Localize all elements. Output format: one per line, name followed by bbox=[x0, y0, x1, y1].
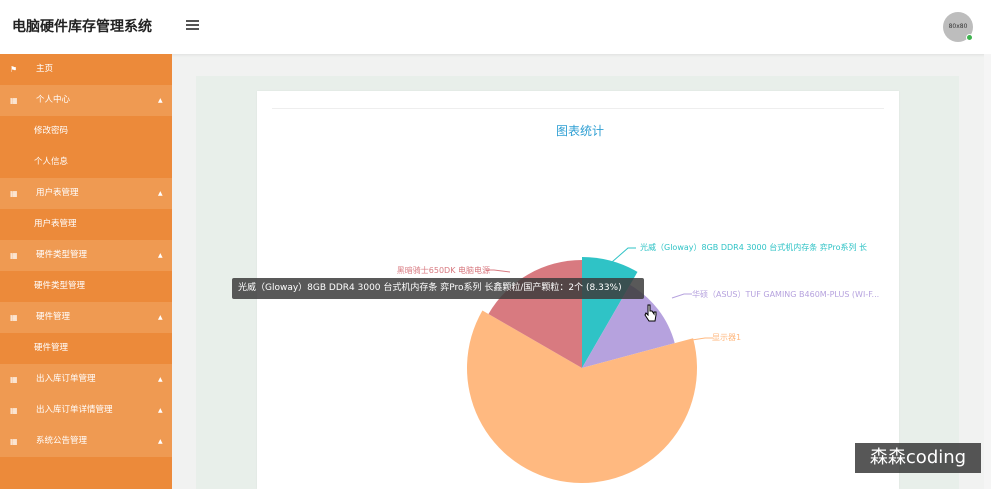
pie-label-line-1 bbox=[671, 293, 692, 299]
pie-label-1: 华硕（ASUS）TUF GAMING B460M-PLUS (WI-F... bbox=[692, 289, 879, 299]
watermark: 森森coding bbox=[855, 443, 981, 473]
pie-label-2: 显示器1 bbox=[712, 333, 741, 342]
pie-label-3: 黑暗骑士650DK 电脑电源 bbox=[397, 265, 490, 275]
chart-tooltip: 光威（Gloway）8GB DDR4 3000 台式机内存条 弈Pro系列 长鑫… bbox=[232, 278, 644, 299]
pie-label-0: 光威（Gloway）8GB DDR4 3000 台式机内存条 弈Pro系列 长 bbox=[640, 242, 867, 252]
pointer-cursor-icon bbox=[644, 304, 657, 322]
page-scrollbar[interactable] bbox=[984, 54, 991, 489]
pie-label-line-0 bbox=[611, 247, 636, 263]
pie-chart: 光威（Gloway）8GB DDR4 3000 台式机内存条 弈Pro系列 长华… bbox=[397, 242, 879, 483]
pie-label-line-2 bbox=[691, 337, 713, 341]
